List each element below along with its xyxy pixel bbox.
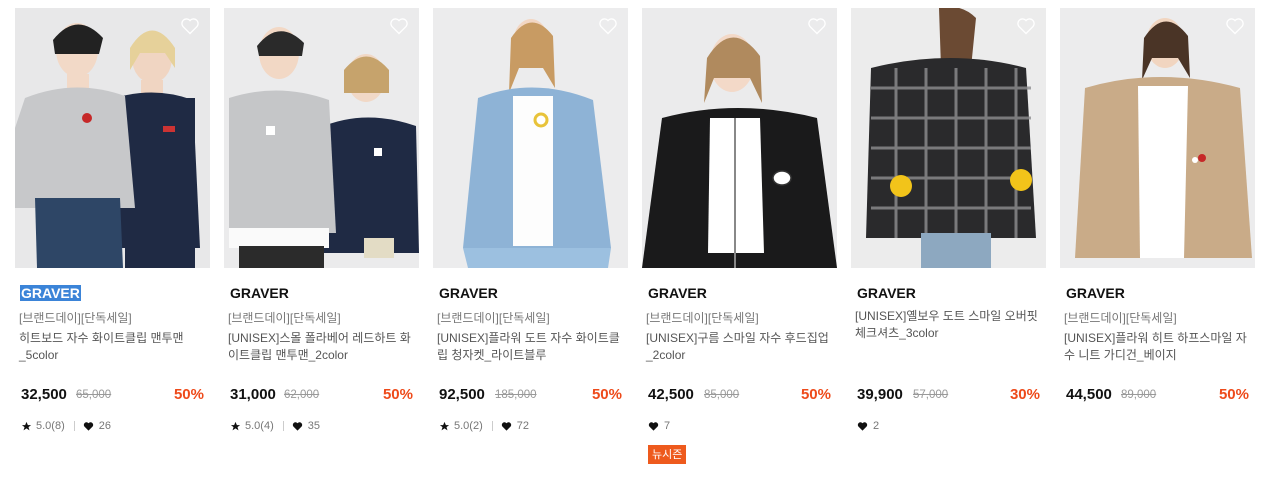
discount-rate: 50% bbox=[173, 386, 204, 403]
product-card[interactable]: GRAVER [브랜드데이][단독세일] [UNISEX]스몰 폴라베어 레드하… bbox=[224, 8, 419, 478]
heart-icon bbox=[648, 421, 659, 431]
like-count: 7 bbox=[664, 420, 671, 432]
product-image[interactable] bbox=[433, 8, 628, 268]
heart-icon[interactable] bbox=[389, 16, 409, 36]
rating-text: 5.0(2) bbox=[454, 420, 483, 432]
heart-icon[interactable] bbox=[807, 16, 827, 36]
product-meta: 5.0(2) 72 bbox=[439, 420, 529, 432]
brand-name[interactable]: GRAVER bbox=[857, 285, 916, 301]
heart-icon[interactable] bbox=[1016, 16, 1036, 36]
heart-icon[interactable] bbox=[180, 16, 200, 36]
heart-icon[interactable] bbox=[598, 16, 618, 36]
heart-icon bbox=[857, 421, 868, 431]
original-price: 57,000 bbox=[913, 389, 949, 401]
discount-rate: 50% bbox=[1218, 386, 1249, 403]
discount-rate: 50% bbox=[800, 386, 831, 403]
sale-price: 31,000 bbox=[230, 386, 276, 403]
product-image[interactable] bbox=[224, 8, 419, 268]
brand-name[interactable]: GRAVER bbox=[439, 285, 498, 301]
product-name[interactable]: [UNISEX]옐보우 도트 스마일 오버핏 체크셔츠_3color bbox=[855, 308, 1041, 342]
product-card[interactable]: GRAVER [브랜드데이][단독세일] [UNISEX]플라워 히트 하프스마… bbox=[1060, 8, 1255, 478]
product-card[interactable]: GRAVER [UNISEX]옐보우 도트 스마일 오버핏 체크셔츠_3colo… bbox=[851, 8, 1046, 478]
heart-icon[interactable] bbox=[1225, 16, 1245, 36]
sale-price: 32,500 bbox=[21, 386, 67, 403]
original-price: 85,000 bbox=[704, 389, 740, 401]
heart-icon bbox=[292, 421, 302, 431]
promo-tag: [브랜드데이][단독세일] bbox=[437, 311, 550, 325]
original-price: 65,000 bbox=[76, 389, 112, 401]
discount-rate: 50% bbox=[382, 386, 413, 403]
product-card[interactable]: GRAVER [브랜드데이][단독세일] 히트보드 자수 화이트클립 맨투맨_5… bbox=[15, 8, 210, 478]
new-season-badge: 뉴시즌 bbox=[648, 445, 687, 464]
like-count: 26 bbox=[98, 420, 111, 432]
product-name[interactable]: [UNISEX]구름 스마일 자수 후드집업_2color bbox=[646, 330, 832, 364]
promo-tag: [브랜드데이][단독세일] bbox=[646, 311, 759, 325]
sale-price: 92,500 bbox=[439, 386, 485, 403]
original-price: 185,000 bbox=[495, 389, 537, 401]
heart-icon bbox=[83, 421, 93, 431]
rating-text: 5.0(4) bbox=[245, 420, 274, 432]
like-count: 72 bbox=[516, 420, 529, 432]
product-card[interactable]: GRAVER [브랜드데이][단독세일] [UNISEX]플라워 도트 자수 화… bbox=[433, 8, 628, 478]
discount-rate: 50% bbox=[591, 386, 622, 403]
product-meta: 7 bbox=[648, 420, 670, 432]
product-image[interactable] bbox=[642, 8, 837, 268]
product-image[interactable] bbox=[851, 8, 1046, 268]
rating-text: 5.0(8) bbox=[36, 420, 65, 432]
product-image[interactable] bbox=[15, 8, 210, 268]
sale-price: 44,500 bbox=[1066, 386, 1112, 403]
heart-icon bbox=[501, 421, 511, 431]
product-name[interactable]: 히트보드 자수 화이트클립 맨투맨_5color bbox=[19, 330, 205, 364]
sale-price: 39,900 bbox=[857, 386, 903, 403]
product-card[interactable]: GRAVER [브랜드데이][단독세일] [UNISEX]구름 스마일 자수 후… bbox=[642, 8, 837, 478]
star-icon bbox=[439, 421, 450, 430]
meta-divider bbox=[491, 421, 493, 431]
star-icon bbox=[230, 421, 241, 430]
promo-tag: [브랜드데이][단독세일] bbox=[1064, 311, 1177, 325]
product-name[interactable]: [UNISEX]스몰 폴라베어 레드하트 화이트클립 맨투맨_2color bbox=[228, 330, 414, 364]
brand-name[interactable]: GRAVER bbox=[648, 285, 707, 301]
meta-divider bbox=[282, 421, 284, 431]
meta-divider bbox=[73, 421, 75, 431]
product-meta: 5.0(4) 35 bbox=[230, 420, 320, 432]
product-image[interactable] bbox=[1060, 8, 1255, 268]
star-icon bbox=[21, 421, 32, 430]
discount-rate: 30% bbox=[1009, 386, 1040, 403]
brand-name[interactable]: GRAVER bbox=[1066, 285, 1125, 301]
sale-price: 42,500 bbox=[648, 386, 694, 403]
product-meta: 2 bbox=[857, 420, 879, 432]
promo-tag: [브랜드데이][단독세일] bbox=[228, 311, 341, 325]
promo-tag: [브랜드데이][단독세일] bbox=[19, 311, 132, 325]
brand-name[interactable]: GRAVER bbox=[20, 285, 81, 301]
like-count: 2 bbox=[873, 420, 880, 432]
original-price: 89,000 bbox=[1121, 389, 1157, 401]
product-name[interactable]: [UNISEX]플라워 도트 자수 화이트클립 청자켓_라이트블루 bbox=[437, 330, 623, 364]
brand-name[interactable]: GRAVER bbox=[230, 285, 289, 301]
like-count: 35 bbox=[307, 420, 320, 432]
original-price: 62,000 bbox=[284, 389, 320, 401]
product-meta: 5.0(8) 26 bbox=[21, 420, 111, 432]
product-name[interactable]: [UNISEX]플라워 히트 하프스마일 자수 니트 가디건_베이지 bbox=[1064, 330, 1250, 364]
